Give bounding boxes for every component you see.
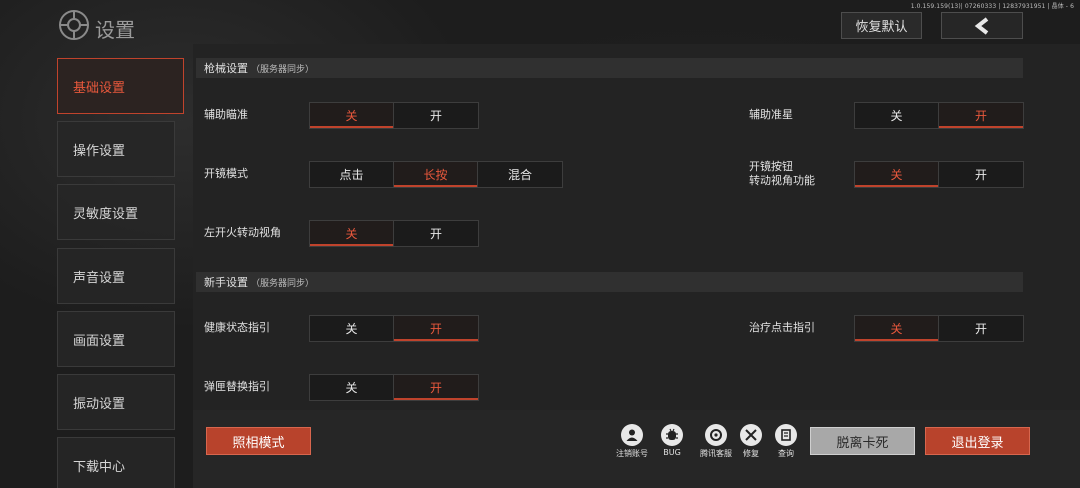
support-icon: [705, 424, 727, 446]
health-guide-off[interactable]: 关: [310, 316, 394, 341]
scope-mode-toggle: 点击 长按 混合: [309, 161, 563, 188]
health-guide-label: 健康状态指引: [204, 321, 270, 334]
logo-icon: [59, 10, 89, 40]
tool-label: 修复: [743, 449, 759, 458]
left-fire-toggle: 关 开: [309, 220, 479, 247]
tool-label: 查询: [778, 449, 794, 458]
chevron-left-icon: [974, 16, 989, 35]
deregister-account-button[interactable]: 注销账号: [612, 424, 652, 459]
mag-guide-on[interactable]: 开: [394, 375, 478, 400]
section-newbie-settings: 新手设置 （服务器同步）: [196, 272, 1023, 292]
repair-button[interactable]: 修复: [731, 424, 771, 459]
left-fire-label: 左开火转动视角: [204, 226, 281, 239]
heal-guide-on[interactable]: 开: [939, 316, 1023, 341]
aim-assist-label: 辅助瞄准: [204, 108, 248, 121]
user-icon: [621, 424, 643, 446]
heal-guide-label: 治疗点击指引: [749, 321, 815, 334]
unstuck-button[interactable]: 脱离卡死: [810, 427, 915, 455]
scope-mode-mixed[interactable]: 混合: [478, 162, 562, 187]
aim-crosshair-toggle: 关 开: [854, 102, 1024, 129]
restore-default-button[interactable]: 恢复默认: [841, 12, 922, 39]
logout-button[interactable]: 退出登录: [925, 427, 1030, 455]
scope-mode-hold[interactable]: 长按: [394, 162, 478, 187]
page-title: 设置: [95, 18, 135, 42]
scope-button-label-line2: 转动视角功能: [749, 174, 815, 187]
back-button[interactable]: [941, 12, 1023, 39]
scope-button-label-line1: 开镜按钮: [749, 160, 793, 173]
heal-guide-off[interactable]: 关: [855, 316, 939, 341]
sidebar-item-controls[interactable]: 操作设置: [57, 121, 175, 177]
repair-icon: [740, 424, 762, 446]
scope-mode-label: 开镜模式: [204, 167, 248, 180]
aim-assist-off[interactable]: 关: [310, 103, 394, 128]
scope-button-toggle: 关 开: [854, 161, 1024, 188]
query-button[interactable]: 查询: [766, 424, 806, 459]
version-info: 1.0.159.159(13)| 07260333 | 12837931951 …: [910, 3, 1074, 10]
mag-guide-off[interactable]: 关: [310, 375, 394, 400]
section-gun-settings: 枪械设置 （服务器同步）: [196, 58, 1023, 78]
sidebar-item-sound[interactable]: 声音设置: [57, 248, 175, 304]
aim-crosshair-off[interactable]: 关: [855, 103, 939, 128]
mag-guide-toggle: 关 开: [309, 374, 479, 401]
photo-mode-button[interactable]: 照相模式: [206, 427, 311, 455]
bug-report-button[interactable]: BUG: [652, 424, 692, 457]
scope-button-label: 开镜按钮 转动视角功能: [749, 160, 815, 188]
health-guide-on[interactable]: 开: [394, 316, 478, 341]
tool-label: 注销账号: [616, 449, 648, 458]
mag-guide-label: 弹匣替换指引: [204, 380, 270, 393]
customer-service-button[interactable]: 腾讯客服: [696, 424, 736, 459]
section-title: 枪械设置: [204, 62, 248, 75]
section-subtitle: （服务器同步）: [251, 278, 315, 289]
aim-assist-on[interactable]: 开: [394, 103, 478, 128]
tool-label: 腾讯客服: [700, 449, 732, 458]
tool-label: BUG: [663, 448, 681, 457]
scope-button-off[interactable]: 关: [855, 162, 939, 187]
sidebar-item-graphics[interactable]: 画面设置: [57, 311, 175, 367]
section-subtitle: （服务器同步）: [251, 64, 315, 75]
aim-crosshair-label: 辅助准星: [749, 108, 793, 121]
bug-icon: [661, 424, 683, 446]
aim-crosshair-on[interactable]: 开: [939, 103, 1023, 128]
query-icon: [775, 424, 797, 446]
sidebar-item-sensitivity[interactable]: 灵敏度设置: [57, 184, 175, 240]
left-fire-on[interactable]: 开: [394, 221, 478, 246]
section-title: 新手设置: [204, 276, 248, 289]
heal-guide-toggle: 关 开: [854, 315, 1024, 342]
sidebar-item-vibration[interactable]: 振动设置: [57, 374, 175, 430]
scope-mode-tap[interactable]: 点击: [310, 162, 394, 187]
left-fire-off[interactable]: 关: [310, 221, 394, 246]
scope-button-on[interactable]: 开: [939, 162, 1023, 187]
sidebar-item-download[interactable]: 下载中心: [57, 437, 175, 488]
sidebar-item-basic[interactable]: 基础设置: [57, 58, 184, 114]
aim-assist-toggle: 关 开: [309, 102, 479, 129]
health-guide-toggle: 关 开: [309, 315, 479, 342]
